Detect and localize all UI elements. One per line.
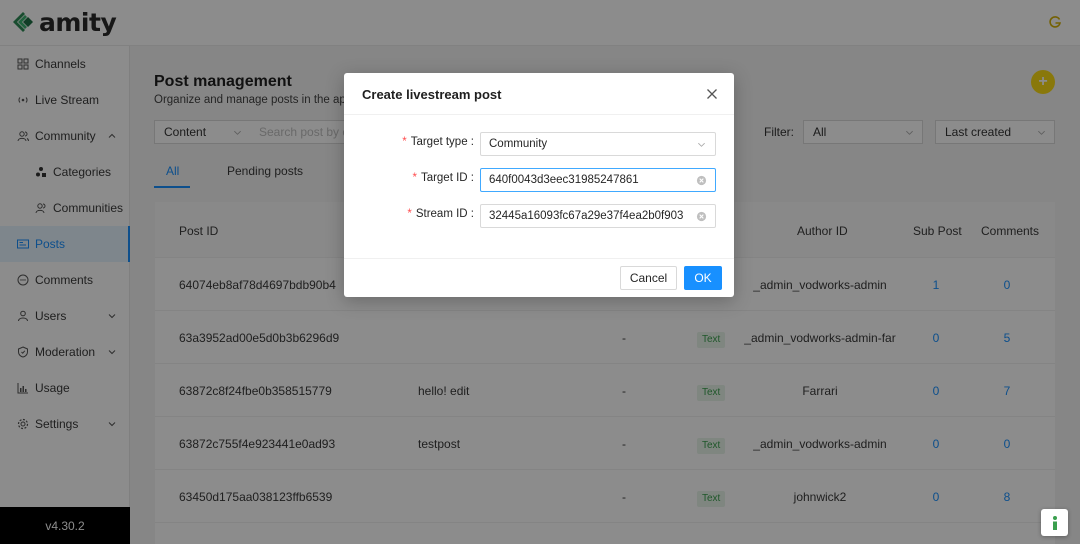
- help-widget-button[interactable]: [1041, 509, 1068, 536]
- ok-button[interactable]: OK: [684, 266, 722, 290]
- close-icon[interactable]: [706, 88, 718, 100]
- target-id-label-text: Target ID: [420, 172, 468, 184]
- target-type-label: * Target type :: [402, 136, 474, 148]
- target-type-select[interactable]: Community: [480, 132, 716, 156]
- dialog-header-divider: [344, 114, 734, 115]
- target-id-label: * Target ID :: [412, 172, 474, 184]
- target-id-input[interactable]: 640f0043d3eec31985247861: [480, 168, 716, 192]
- target-type-label-text: Target type: [410, 136, 468, 148]
- clear-icon[interactable]: [696, 175, 707, 186]
- stream-id-value: 32445a16093fc67a29e37f4ea2b0f903: [489, 210, 684, 222]
- dialog-footer-divider: [344, 258, 734, 259]
- stream-id-label-text: Stream ID: [415, 208, 468, 220]
- info-icon: [1052, 515, 1057, 530]
- target-type-value: Community: [489, 138, 548, 150]
- stream-id-input[interactable]: 32445a16093fc67a29e37f4ea2b0f903: [480, 204, 716, 228]
- dialog-title: Create livestream post: [362, 87, 502, 102]
- clear-icon[interactable]: [696, 211, 707, 222]
- stream-id-label: * Stream ID :: [407, 208, 474, 220]
- create-livestream-post-dialog: Create livestream post * Target type : Co…: [344, 73, 734, 297]
- target-id-value: 640f0043d3eec31985247861: [489, 174, 639, 186]
- cancel-button[interactable]: Cancel: [620, 266, 677, 290]
- chevron-down-icon: [698, 142, 705, 147]
